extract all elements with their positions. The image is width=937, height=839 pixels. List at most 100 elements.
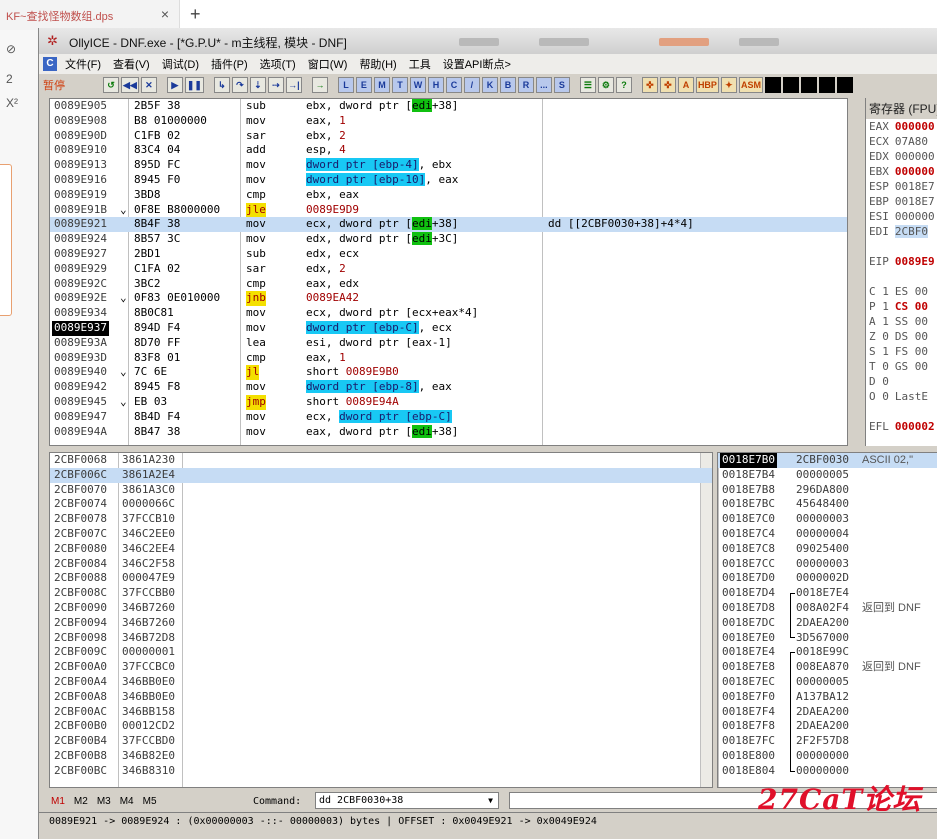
menu-debug[interactable]: 调试(D) <box>162 56 199 72</box>
register-row[interactable]: ESI 000000 <box>866 209 937 224</box>
disasm-row[interactable]: 0089E905 2B5F 38 sub ebx, dword ptr [edi+38… <box>50 99 847 114</box>
list-icon[interactable]: ☰ <box>579 77 596 93</box>
source-button[interactable]: S <box>553 77 570 93</box>
blank-icon[interactable] <box>800 77 817 93</box>
plugin-icon[interactable]: ✦ <box>720 77 737 93</box>
dump-row[interactable]: 2CBF0084 346C2F58 <box>50 557 712 572</box>
dump-row[interactable]: 2CBF00AC 346BB158 <box>50 705 712 720</box>
register-row[interactable]: S 1 FS 00 <box>866 344 937 359</box>
disasm-row[interactable]: 0089E94A 8B47 38 mov eax, dword ptr [edi+38… <box>50 424 847 440</box>
trace-over-icon[interactable]: ⇢ <box>267 77 284 93</box>
stack-row[interactable]: 0018E7D0 0000002D <box>718 571 937 586</box>
disasm-row[interactable]: 0089E919 3BD8 cmp ebx, eax <box>50 188 847 203</box>
stack-row[interactable]: 0018E7DC 2DAEA200 <box>718 616 937 631</box>
close-tab-icon[interactable]: × <box>161 6 169 22</box>
cpu-button[interactable]: C <box>445 77 462 93</box>
references-button[interactable]: R <box>517 77 534 93</box>
register-row[interactable]: T 0 GS 00 <box>866 359 937 374</box>
register-row[interactable]: ECX 07A80 <box>866 134 937 149</box>
disasm-row[interactable]: 0089E93A 8D70 FF lea esi, dword ptr [eax-1] <box>50 336 847 351</box>
pause-icon[interactable]: ❚❚ <box>184 77 204 93</box>
dump-row[interactable]: 2CBF00A4 346BB0E0 <box>50 675 712 690</box>
executable-modules-button[interactable]: E <box>355 77 372 93</box>
blank-icon[interactable] <box>818 77 835 93</box>
step-over-icon[interactable]: ↷ <box>231 77 248 93</box>
dump-row[interactable]: 2CBF0090 346B7260 <box>50 601 712 616</box>
stack-row[interactable]: 0018E7D4 0018E7E4 <box>718 586 937 601</box>
dump-row[interactable]: 2CBF00B0 00012CD2 <box>50 719 712 734</box>
stack-row[interactable]: 0018E7EC 00000005 <box>718 675 937 690</box>
disasm-row[interactable]: 0089E927 2BD1 sub edx, ecx <box>50 247 847 262</box>
dump-row[interactable]: 2CBF00B4 37FCCBD0 <box>50 734 712 749</box>
background-tab[interactable]: KF~查找怪物数组.dps × <box>0 0 180 30</box>
register-row[interactable]: D 0 <box>866 374 937 389</box>
disasm-row[interactable]: 0089E929 C1FA 02 sar edx, 2 <box>50 262 847 277</box>
execute-till-return-icon[interactable]: →| <box>285 77 302 93</box>
chevron-down-icon[interactable]: ▼ <box>484 794 497 807</box>
stack-row[interactable]: 0018E7B4 00000005 <box>718 468 937 483</box>
options-icon[interactable]: ⚙ <box>597 77 614 93</box>
dump-row[interactable]: 2CBF0080 346C2EE4 <box>50 542 712 557</box>
trace-into-icon[interactable]: ⇣ <box>249 77 266 93</box>
dump-row[interactable]: 2CBF008C 37FCCBB0 <box>50 586 712 601</box>
register-row[interactable]: EAX 000000 <box>866 119 937 134</box>
help-icon[interactable]: ? <box>615 77 632 93</box>
cpu-window-icon[interactable]: C <box>43 57 57 71</box>
disasm-row[interactable]: 0089E937 894D F4 mov dword ptr [ebp-C], ecx <box>50 320 847 336</box>
dump-row[interactable]: 2CBF00B8 346B82E0 <box>50 749 712 764</box>
stack-row[interactable]: 0018E7F8 2DAEA200 <box>718 719 937 734</box>
menu-file[interactable]: 文件(F) <box>65 56 101 72</box>
run-trace-button[interactable]: ... <box>535 77 552 93</box>
register-row[interactable]: P 1 CS 00 <box>866 299 937 314</box>
stack-row[interactable]: 0018E7E8 008EA870 返回到 DNF <box>718 660 937 675</box>
stack-row[interactable]: 0018E804 00000000 <box>718 764 937 779</box>
menu-options[interactable]: 选项(T) <box>260 56 296 72</box>
asm-button[interactable]: ASM <box>738 77 763 93</box>
register-row[interactable] <box>866 239 937 254</box>
dump-row[interactable]: 2CBF0068 3861A230 <box>50 453 712 468</box>
command-input[interactable]: dd 2CBF0030+38 ▼ <box>315 792 499 809</box>
stack-row[interactable]: 0018E7E4 0018E99C <box>718 645 937 660</box>
close-process-icon[interactable]: ✕ <box>140 77 157 93</box>
dump-row[interactable]: 2CBF0074 0000066C <box>50 497 712 512</box>
dump-row[interactable]: 2CBF00A8 346BB0E0 <box>50 690 712 705</box>
register-row[interactable]: Z 0 DS 00 <box>866 329 937 344</box>
handles-button[interactable]: H <box>427 77 444 93</box>
stack-row[interactable]: 0018E7F0 A137BA12 <box>718 690 937 705</box>
disasm-row[interactable]: 0089E92C 3BC2 cmp eax, edx <box>50 277 847 292</box>
register-row[interactable]: ESP 0018E7 <box>866 179 937 194</box>
blank-icon[interactable] <box>836 77 853 93</box>
register-row[interactable] <box>866 404 937 419</box>
plugin-icon[interactable]: ✜ <box>641 77 658 93</box>
stack-row[interactable]: 0018E7C4 00000004 <box>718 527 937 542</box>
disasm-row[interactable]: 0089E942 8945 F8 mov dword ptr [ebp-8], eax <box>50 380 847 395</box>
dump-row[interactable]: 2CBF00BC 346B8310 <box>50 764 712 779</box>
dump-row[interactable]: 2CBF0078 37FCCB10 <box>50 512 712 527</box>
windows-button[interactable]: W <box>409 77 426 93</box>
goto-icon[interactable]: → <box>311 77 328 93</box>
menu-view[interactable]: 查看(V) <box>113 56 150 72</box>
disasm-row[interactable]: 0089E908 B8 01000000 mov eax, 1 <box>50 114 847 129</box>
menu-help[interactable]: 帮助(H) <box>359 56 396 72</box>
disasm-row[interactable]: 0089E91B ⌄ 0F8E B8000000 jle 0089E9D9 <box>50 202 847 218</box>
dump-row[interactable]: 2CBF0098 346B72D8 <box>50 631 712 646</box>
stack-row[interactable]: 0018E7B0 2CBF0030 ASCII 02," <box>718 453 937 468</box>
disasm-row[interactable]: 0089E921 8B4F 38 mov ecx, dword ptr [edi+38… <box>50 217 847 233</box>
register-row[interactable]: EBX 000000 <box>866 164 937 179</box>
dump-row[interactable]: 2CBF0094 346B7260 <box>50 616 712 631</box>
dump-row[interactable]: 2CBF00A0 37FCCBC0 <box>50 660 712 675</box>
dump-row[interactable]: 2CBF006C 3861A2E4 <box>50 467 712 483</box>
disasm-row[interactable]: 0089E934 8B0C81 mov ecx, dword ptr [ecx+eax… <box>50 306 847 321</box>
memory-dump-pane[interactable]: 2CBF0068 3861A230 2CBF006C 3861A2E4 2CBF0070… <box>49 452 713 788</box>
run-icon[interactable]: ▶ <box>166 77 183 93</box>
register-row[interactable] <box>866 434 937 446</box>
blank-icon[interactable] <box>782 77 799 93</box>
disasm-row[interactable]: 0089E90D C1FB 02 sar ebx, 2 <box>50 129 847 144</box>
stack-row[interactable]: 0018E7F4 2DAEA200 <box>718 705 937 720</box>
stack-row[interactable]: 0018E800 00000000 <box>718 749 937 764</box>
plugin-icon[interactable]: ✜ <box>659 77 676 93</box>
stack-row[interactable]: 0018E7E0 3D567000 <box>718 631 937 646</box>
register-row[interactable]: O 0 LastE <box>866 389 937 404</box>
dump-row[interactable]: 2CBF0088 000047E9 <box>50 571 712 586</box>
register-row[interactable]: EBP 0018E7 <box>866 194 937 209</box>
